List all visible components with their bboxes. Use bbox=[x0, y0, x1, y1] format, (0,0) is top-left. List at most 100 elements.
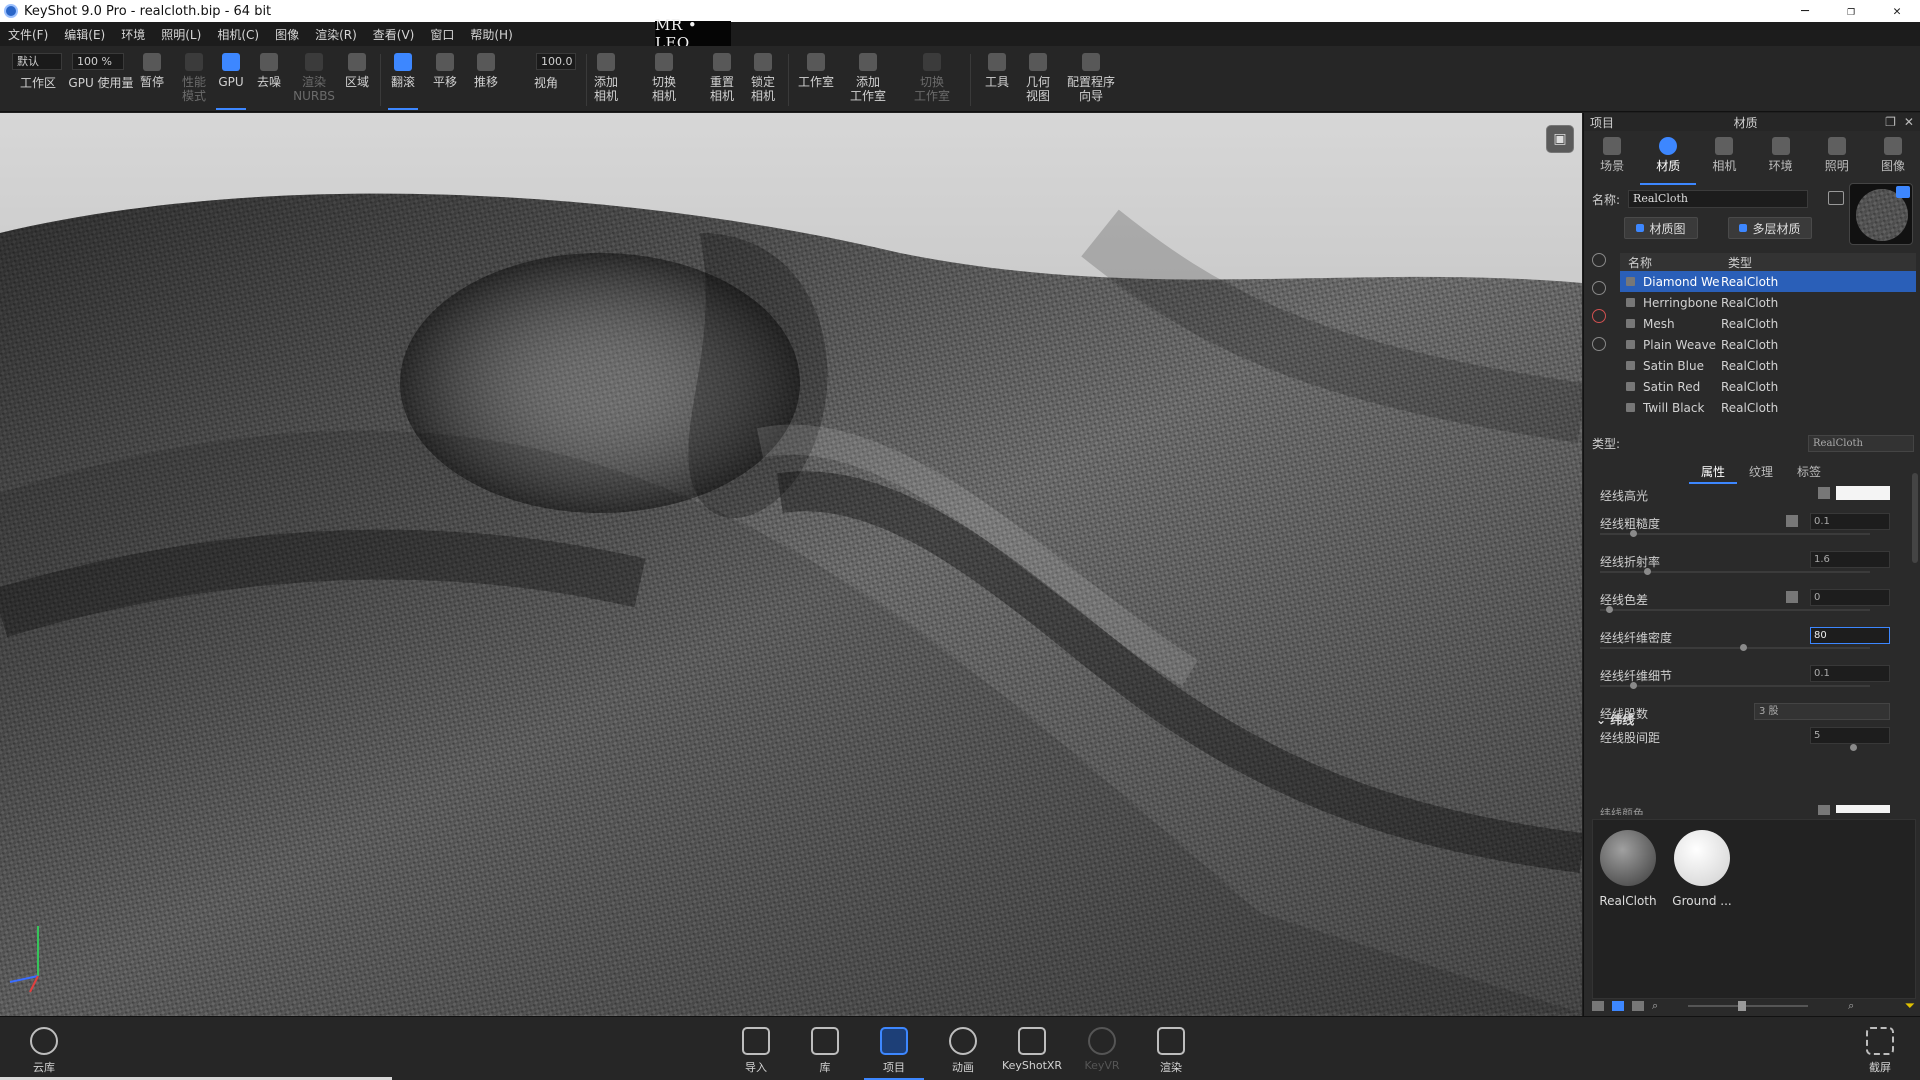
warp-specular-swatch[interactable] bbox=[1836, 486, 1890, 500]
material-preview[interactable] bbox=[1849, 183, 1913, 245]
warp-fiber-detail-input[interactable]: 0.1 bbox=[1810, 665, 1890, 682]
menu-edit[interactable]: 编辑(E) bbox=[56, 26, 113, 43]
panel-scrollbar[interactable] bbox=[1912, 473, 1918, 563]
menu-view[interactable]: 查看(V) bbox=[365, 26, 423, 43]
table-row[interactable]: Satin Red RealCloth bbox=[1620, 376, 1916, 397]
warp-ior-input[interactable]: 1.6 bbox=[1810, 551, 1890, 568]
slider-knob[interactable] bbox=[1740, 644, 1747, 651]
menu-render[interactable]: 渲染(R) bbox=[307, 26, 365, 43]
save-material-icon[interactable] bbox=[1828, 191, 1844, 205]
weft-color-swatch[interactable] bbox=[1836, 805, 1890, 813]
tab-image[interactable]: 图像 bbox=[1865, 135, 1920, 185]
texture-slot-icon[interactable] bbox=[1818, 487, 1830, 499]
table-row[interactable]: Plain Weave RealCloth bbox=[1620, 334, 1916, 355]
warp-dispersion-slider[interactable] bbox=[1600, 609, 1870, 611]
menu-window[interactable]: 窗口 bbox=[422, 26, 462, 43]
menu-camera[interactable]: 相机(C) bbox=[209, 26, 267, 43]
perf-mode-button[interactable]: 性能 模式 bbox=[176, 50, 212, 110]
render-viewport[interactable]: ▣ bbox=[0, 113, 1582, 1016]
fov-field[interactable]: 100.0 bbox=[536, 53, 576, 70]
slider-knob[interactable] bbox=[1850, 744, 1857, 751]
thumbnail-size-slider[interactable] bbox=[1688, 1001, 1809, 1011]
undock-icon[interactable]: ❐ bbox=[1885, 115, 1896, 129]
texture-slot-icon[interactable] bbox=[1818, 805, 1830, 815]
scene-material-thumb[interactable]: RealCloth bbox=[1593, 830, 1663, 908]
menu-environment[interactable]: 环境 bbox=[113, 26, 153, 43]
menu-image[interactable]: 图像 bbox=[267, 26, 307, 43]
table-row[interactable]: Herringbone RealCloth bbox=[1620, 292, 1916, 313]
tab-camera[interactable]: 相机 bbox=[1696, 135, 1752, 185]
column-type[interactable]: 类型 bbox=[1720, 254, 1752, 271]
column-name[interactable]: 名称 bbox=[1620, 254, 1720, 271]
slider-knob[interactable] bbox=[1630, 682, 1637, 689]
warp-dispersion-input[interactable]: 0 bbox=[1810, 589, 1890, 606]
link-icon[interactable] bbox=[1592, 281, 1606, 295]
dolly-button[interactable]: 推移 bbox=[471, 50, 501, 110]
switch-studio-button[interactable]: 切换 工作室 bbox=[910, 50, 954, 110]
render-nurbs-button[interactable]: 渲染 NURBS bbox=[293, 50, 335, 110]
delete-icon[interactable] bbox=[1592, 337, 1606, 351]
slider-knob[interactable] bbox=[1644, 568, 1651, 575]
viewport-overlay-icon[interactable]: ▣ bbox=[1546, 125, 1574, 153]
zoom-field[interactable]: 100 % bbox=[72, 53, 124, 70]
screenshot-button[interactable]: 截屏 bbox=[1850, 1027, 1910, 1075]
tab-properties[interactable]: 属性 bbox=[1689, 461, 1738, 484]
slider-knob[interactable] bbox=[1606, 606, 1613, 613]
multi-material-button[interactable]: 多层材质 bbox=[1728, 217, 1812, 239]
tab-textures[interactable]: 纹理 bbox=[1737, 461, 1785, 484]
slider-knob[interactable] bbox=[1630, 530, 1637, 537]
texture-slot-icon[interactable] bbox=[1786, 515, 1798, 527]
minimize-button[interactable]: ─ bbox=[1782, 0, 1828, 22]
slider-knob[interactable] bbox=[1738, 1001, 1747, 1011]
dock-library-button[interactable]: 库 bbox=[795, 1027, 855, 1075]
warp-roughness-input[interactable]: 0.1 bbox=[1810, 513, 1890, 530]
grid-view-icon[interactable] bbox=[1612, 1001, 1624, 1011]
menu-help[interactable]: 帮助(H) bbox=[462, 26, 520, 43]
zoom-out-icon[interactable]: ⌕ bbox=[1652, 999, 1658, 1013]
material-type-select[interactable]: RealCloth bbox=[1808, 434, 1914, 452]
table-row[interactable]: Satin Blue RealCloth bbox=[1620, 355, 1916, 376]
material-graph-button[interactable]: 材质图 bbox=[1624, 217, 1698, 239]
weft-section-header[interactable]: ⌄ 纬线 bbox=[1596, 711, 1634, 728]
dock-keyvr-button[interactable]: KeyVR bbox=[1072, 1027, 1132, 1072]
studio-button[interactable]: 工作室 bbox=[795, 50, 837, 110]
gpu-button[interactable]: GPU bbox=[216, 50, 246, 110]
dock-render-button[interactable]: 渲染 bbox=[1141, 1027, 1201, 1075]
panel-close-icon[interactable]: ✕ bbox=[1904, 115, 1914, 129]
tab-labels[interactable]: 标签 bbox=[1785, 461, 1833, 484]
list-view-icon[interactable] bbox=[1592, 1001, 1604, 1011]
table-row[interactable]: Diamond We RealCloth bbox=[1620, 271, 1916, 292]
tab-lighting[interactable]: 照明 bbox=[1809, 135, 1865, 185]
warp-fiber-density-slider[interactable] bbox=[1600, 647, 1870, 649]
menu-file[interactable]: 文件(F) bbox=[0, 26, 56, 43]
dock-keyshotxr-button[interactable]: KeyShotXR bbox=[1002, 1027, 1062, 1072]
tree-view-icon[interactable] bbox=[1632, 1001, 1644, 1011]
pan-button[interactable]: 平移 bbox=[430, 50, 460, 110]
add-studio-button[interactable]: 添加 工作室 bbox=[846, 50, 890, 110]
tab-scene[interactable]: 场景 bbox=[1584, 135, 1640, 185]
warp-fiber-density-input[interactable]: 80 bbox=[1810, 627, 1890, 644]
texture-slot-icon[interactable] bbox=[1786, 591, 1798, 603]
tab-environment[interactable]: 环境 bbox=[1753, 135, 1809, 185]
warp-ply-select[interactable]: 3 股 bbox=[1754, 703, 1890, 720]
warp-ply-spacing-input[interactable]: 5 bbox=[1810, 727, 1890, 744]
add-camera-button[interactable]: 添加 相机 bbox=[590, 50, 622, 110]
scene-material-thumb[interactable]: Ground ... bbox=[1667, 830, 1737, 908]
config-wizard-button[interactable]: 配置程序 向导 bbox=[1064, 50, 1118, 110]
dock-animation-button[interactable]: 动画 bbox=[933, 1027, 993, 1075]
dock-project-button[interactable]: 项目 bbox=[864, 1027, 924, 1080]
warp-roughness-slider[interactable] bbox=[1600, 533, 1870, 535]
close-button[interactable]: ✕ bbox=[1874, 0, 1920, 22]
denoise-button[interactable]: 去噪 bbox=[254, 50, 284, 110]
zoom-in-icon[interactable]: ⌕ bbox=[1848, 999, 1854, 1013]
restore-button[interactable]: ❐ bbox=[1828, 0, 1874, 22]
geometry-view-button[interactable]: 几何 视图 bbox=[1022, 50, 1054, 110]
cloud-library-button[interactable]: 云库 bbox=[14, 1027, 74, 1075]
pause-button[interactable]: 暂停 bbox=[136, 50, 168, 110]
switch-camera-button[interactable]: 切换 相机 bbox=[648, 50, 680, 110]
material-name-input[interactable]: RealCloth bbox=[1628, 190, 1809, 208]
preset-select[interactable]: 默认 bbox=[12, 53, 62, 70]
lock-camera-button[interactable]: 锁定 相机 bbox=[747, 50, 779, 110]
filter-icon[interactable]: ⏷ bbox=[1905, 999, 1915, 1014]
refresh-icon[interactable] bbox=[1592, 253, 1606, 267]
